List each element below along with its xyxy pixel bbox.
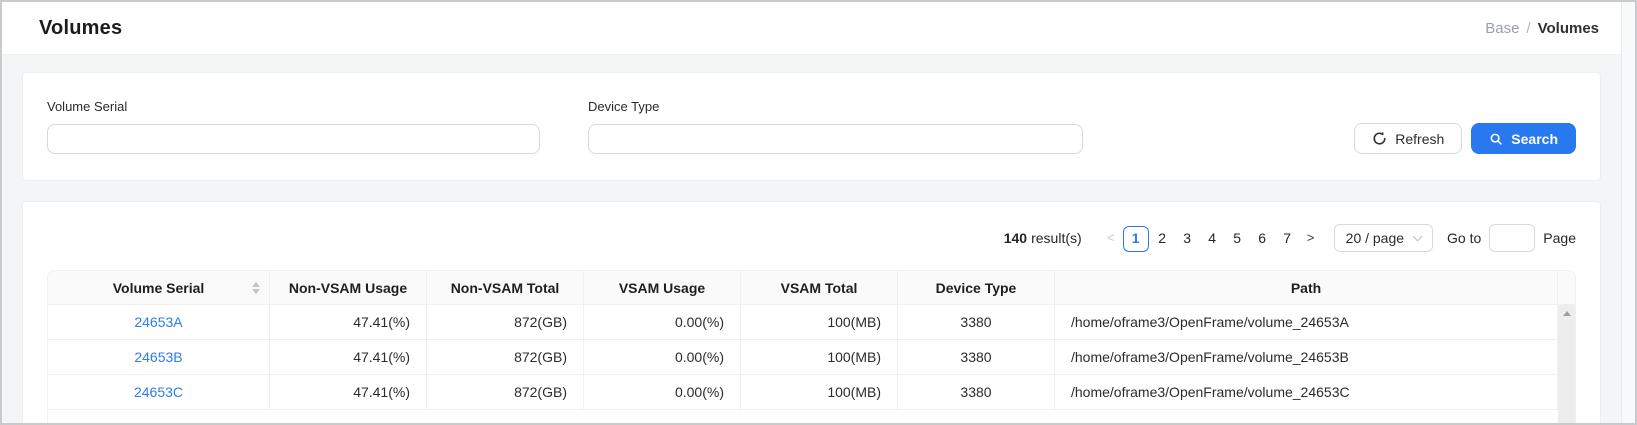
refresh-icon [1372,131,1387,146]
column-header-label: Non-VSAM Total [451,280,560,296]
breadcrumb-current: Volumes [1538,20,1599,37]
table-header-row: Volume Serial Non-VSAM Usage Non-VSAM Tota… [48,271,1575,305]
volume-serial-input[interactable] [47,124,540,154]
cell-vsam_usage: 0.00(%) [584,305,741,340]
cell-serial: 24653A [48,305,270,340]
page-label: Page [1543,230,1576,246]
cell-nonvsam_total: 872(GB) [427,375,584,410]
cell-vsam_usage: 0.00(%) [584,340,741,375]
results-count-label: result(s) [1031,230,1082,246]
device-type-label: Device Type [588,99,1083,114]
cell-nonvsam_total: 872(GB) [427,340,584,375]
column-header-path: Path [1055,271,1558,305]
search-button-label: Search [1511,131,1558,147]
cell-serial: 24653B [48,340,270,375]
page-size-select[interactable]: 20 / page [1334,224,1433,252]
cell-path: /home/oframe3/OpenFrame/volume_24653C [1055,375,1558,410]
results-panel: 140result(s) < 1234567 > 20 / page Go to… [22,201,1601,423]
results-count: 140result(s) [1004,230,1082,246]
volumes-table: Volume Serial Non-VSAM Usage Non-VSAM Tota… [47,270,1576,423]
cell-device_type: 3380 [898,305,1055,340]
page-button-2[interactable]: 2 [1151,225,1174,251]
volume-serial-link[interactable]: 24653A [134,314,182,330]
cell-device_type: 3380 [898,375,1055,410]
table-scrollbar[interactable] [1558,305,1575,423]
cell-serial: 24653C [48,375,270,410]
column-header-vsam-usage: VSAM Usage [584,271,741,305]
browser-scrollbar[interactable] [1621,2,1635,423]
page-button-5[interactable]: 5 [1226,225,1249,251]
page-button-4[interactable]: 4 [1201,225,1224,251]
column-header-device-type: Device Type [898,271,1055,305]
page-header: Volumes Base / Volumes [2,2,1621,55]
volume-serial-link[interactable]: 24653C [134,384,183,400]
pagination: 140result(s) < 1234567 > 20 / page Go to… [47,224,1576,252]
cell-nonvsam_usage: 47.41(%) [270,305,427,340]
cell-path: /home/oframe3/OpenFrame/volume_24653B [1055,340,1558,375]
sort-desc-icon [252,289,260,294]
prev-page-button[interactable]: < [1100,225,1122,251]
table-row: 24653A 47.41(%)872(GB)0.00(%)100(MB)3380/… [48,305,1575,340]
page-number-list: 1234567 [1122,225,1300,252]
column-header-label: Path [1291,280,1321,296]
field-device-type: Device Type [588,99,1083,154]
next-page-button[interactable]: > [1300,225,1322,251]
app-window: Volumes Base / Volumes Volume Serial Dev… [0,0,1637,425]
cell-vsam_total: 100(MB) [741,340,898,375]
table-row: 24653B 47.41(%)872(GB)0.00(%)100(MB)3380/… [48,340,1575,375]
sort-asc-icon [252,282,260,287]
cell-device_type: 3380 [898,340,1055,375]
filter-panel: Volume Serial Device Type Refresh [22,72,1601,181]
filter-actions: Refresh Search [1354,123,1576,154]
volume-serial-label: Volume Serial [47,99,540,114]
page-button-7[interactable]: 7 [1276,225,1299,251]
column-header-label: VSAM Usage [619,280,705,296]
breadcrumb-separator: / [1526,20,1530,37]
cell-vsam_total: 100(MB) [741,375,898,410]
page-button-1[interactable]: 1 [1123,226,1149,252]
page-button-3[interactable]: 3 [1176,225,1199,251]
cell-path: /home/oframe3/OpenFrame/volume_24653A [1055,305,1558,340]
cell-vsam_usage: 0.00(%) [584,375,741,410]
column-header-spacer [1558,271,1575,305]
breadcrumb: Base / Volumes [1485,20,1599,37]
cell-vsam_total: 100(MB) [741,305,898,340]
goto-label: Go to [1447,230,1481,246]
device-type-input[interactable] [588,124,1083,154]
search-icon [1489,132,1503,146]
cell-nonvsam_usage: 47.41(%) [270,375,427,410]
volume-serial-link[interactable]: 24653B [134,349,182,365]
field-volume-serial: Volume Serial [47,99,540,154]
page-size-value: 20 / page [1346,230,1404,246]
goto-page-input[interactable] [1489,224,1535,252]
sort-icon[interactable] [252,282,260,294]
column-header-label: Device Type [936,280,1017,296]
page-button-6[interactable]: 6 [1251,225,1274,251]
search-button[interactable]: Search [1471,123,1576,154]
column-header-non-vsam-usage: Non-VSAM Usage [270,271,427,305]
column-header-non-vsam-total: Non-VSAM Total [427,271,584,305]
column-header-vsam-total: VSAM Total [741,271,898,305]
scroll-up-icon[interactable] [1563,311,1571,316]
column-header-label: Volume Serial [113,280,205,296]
results-count-number: 140 [1004,230,1027,246]
page-title: Volumes [39,17,122,40]
refresh-button-label: Refresh [1395,131,1444,147]
refresh-button[interactable]: Refresh [1354,123,1462,154]
table-body: 24653A 47.41(%)872(GB)0.00(%)100(MB)3380/… [48,305,1575,423]
table-row: 24653C 47.41(%)872(GB)0.00(%)100(MB)3380/… [48,375,1575,410]
chevron-down-icon [1413,232,1423,242]
cell-nonvsam_usage: 47.41(%) [270,340,427,375]
column-header-volume-serial[interactable]: Volume Serial [48,271,270,305]
column-header-label: Non-VSAM Usage [289,280,407,296]
column-header-label: VSAM Total [781,280,858,296]
main-content: Volumes Base / Volumes Volume Serial Dev… [2,2,1621,423]
breadcrumb-parent[interactable]: Base [1485,20,1519,37]
cell-nonvsam_total: 872(GB) [427,305,584,340]
